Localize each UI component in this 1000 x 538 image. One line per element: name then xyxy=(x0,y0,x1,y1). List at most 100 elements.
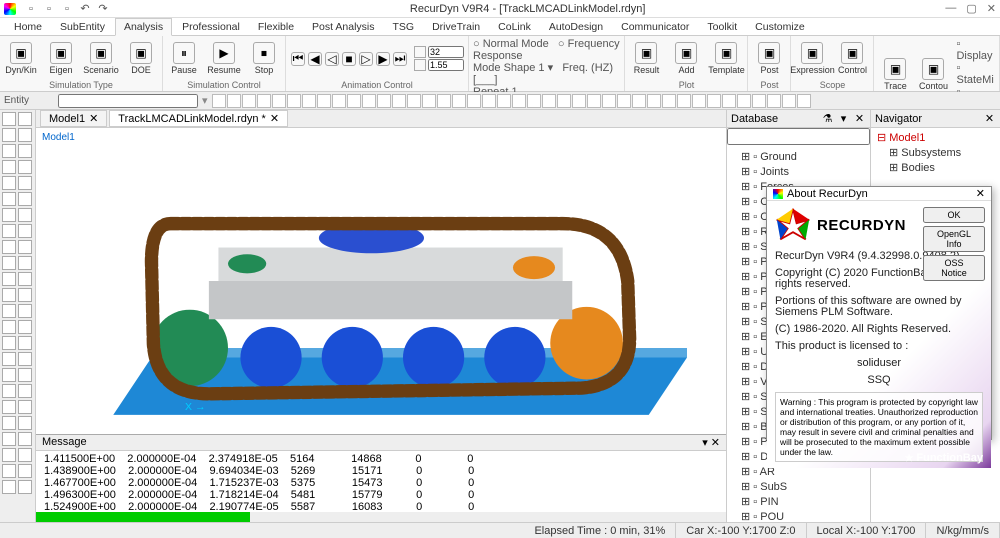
doc-tab[interactable]: Model1✕ xyxy=(40,110,107,127)
v-tool-28[interactable] xyxy=(2,336,16,350)
qat-undo-icon[interactable]: ↶ xyxy=(78,2,92,16)
mini-tool-23[interactable] xyxy=(557,94,571,108)
about-oss-button[interactable]: OSS Notice xyxy=(923,255,985,281)
mini-tool-30[interactable] xyxy=(662,94,676,108)
mini-tool-25[interactable] xyxy=(587,94,601,108)
ribbon-tab-post analysis[interactable]: Post Analysis xyxy=(304,19,382,35)
maximize-button[interactable]: ▢ xyxy=(966,2,976,15)
ribbon-tab-tsg[interactable]: TSG xyxy=(385,19,423,35)
ribbon-tab-subentity[interactable]: SubEntity xyxy=(52,19,113,35)
mini-tool-35[interactable] xyxy=(737,94,751,108)
v-tool-23[interactable] xyxy=(18,288,32,302)
nav-node-model1[interactable]: ⊟ Model1 xyxy=(873,130,998,145)
doc-tab[interactable]: TrackLMCADLinkModel.rdyn *✕ xyxy=(109,110,288,127)
mini-tool-7[interactable] xyxy=(317,94,331,108)
v-tool-42[interactable] xyxy=(2,448,16,462)
mini-tool-24[interactable] xyxy=(572,94,586,108)
v-tool-34[interactable] xyxy=(2,384,16,398)
mini-tool-21[interactable] xyxy=(527,94,541,108)
ribbon-tab-professional[interactable]: Professional xyxy=(174,19,248,35)
mini-tool-34[interactable] xyxy=(722,94,736,108)
mini-tool-17[interactable] xyxy=(467,94,481,108)
anim-first-icon[interactable]: ⏮ xyxy=(290,52,306,66)
ribbon-tab-colink[interactable]: CoLink xyxy=(490,19,539,35)
ribbon-tab-analysis[interactable]: Analysis xyxy=(115,18,172,36)
doe-button[interactable]: ▣DOE xyxy=(124,42,158,75)
v-tool-31[interactable] xyxy=(18,352,32,366)
v-tool-29[interactable] xyxy=(18,336,32,350)
about-close-icon[interactable]: ✕ xyxy=(976,187,985,200)
mini-tool-19[interactable] xyxy=(497,94,511,108)
v-tool-11[interactable] xyxy=(18,192,32,206)
tab-close-icon[interactable]: ✕ xyxy=(270,112,279,125)
trace-button[interactable]: ▣Trace xyxy=(878,58,912,91)
ribbon-tab-flexible[interactable]: Flexible xyxy=(250,19,302,35)
post-button[interactable]: ▣Post xyxy=(752,42,786,75)
model-viewport[interactable]: Model1 X → xyxy=(36,128,726,434)
ribbon-tab-home[interactable]: Home xyxy=(6,19,50,35)
stop-button[interactable]: ⏹Stop xyxy=(247,42,281,75)
mini-tool-14[interactable] xyxy=(422,94,436,108)
nav-node-bodies[interactable]: ⊞ Bodies xyxy=(873,160,998,175)
database-search-input[interactable] xyxy=(727,128,870,145)
v-tool-47[interactable] xyxy=(18,480,32,494)
v-tool-33[interactable] xyxy=(18,368,32,382)
ribbon-tab-autodesign[interactable]: AutoDesign xyxy=(541,19,611,35)
db-node-ground[interactable]: ⊞ ▫ Ground xyxy=(729,149,868,164)
mini-tool-29[interactable] xyxy=(647,94,661,108)
mini-tool-39[interactable] xyxy=(797,94,811,108)
db-node-joints[interactable]: ⊞ ▫ Joints xyxy=(729,164,868,179)
db-node-subs[interactable]: ⊞ ▫ SubS xyxy=(729,479,868,494)
mini-tool-31[interactable] xyxy=(677,94,691,108)
mini-tool-22[interactable] xyxy=(542,94,556,108)
speed-input[interactable] xyxy=(428,59,464,71)
v-tool-26[interactable] xyxy=(2,320,16,334)
add-button[interactable]: ▣Add xyxy=(669,42,703,75)
mini-tool-0[interactable] xyxy=(212,94,226,108)
qat-save-icon[interactable]: ▫ xyxy=(60,2,74,16)
mini-tool-12[interactable] xyxy=(392,94,406,108)
scenario-button[interactable]: ▣Scenario xyxy=(84,42,118,75)
pt-display[interactable]: ▫ Display xyxy=(956,38,995,62)
mini-tool-10[interactable] xyxy=(362,94,376,108)
ribbon-tab-customize[interactable]: Customize xyxy=(747,19,813,35)
v-tool-18[interactable] xyxy=(2,256,16,270)
v-tool-22[interactable] xyxy=(2,288,16,302)
v-tool-38[interactable] xyxy=(2,416,16,430)
eigen-button[interactable]: ▣Eigen xyxy=(44,42,78,75)
mini-tool-18[interactable] xyxy=(482,94,496,108)
v-tool-45[interactable] xyxy=(18,464,32,478)
mini-tool-5[interactable] xyxy=(287,94,301,108)
mini-tool-6[interactable] xyxy=(302,94,316,108)
v-tool-46[interactable] xyxy=(2,480,16,494)
v-tool-16[interactable] xyxy=(2,240,16,254)
db-sort-icon[interactable]: ▾ xyxy=(837,112,850,125)
mini-tool-1[interactable] xyxy=(227,94,241,108)
v-tool-21[interactable] xyxy=(18,272,32,286)
pt-statemi[interactable]: ▫ StateMi xyxy=(956,62,995,86)
anim-step-back-icon[interactable]: ◁ xyxy=(324,52,340,66)
mini-tool-33[interactable] xyxy=(707,94,721,108)
mini-tool-11[interactable] xyxy=(377,94,391,108)
entity-input[interactable] xyxy=(58,94,198,108)
pause-button[interactable]: ⏸Pause xyxy=(167,42,201,75)
entity-dropdown-icon[interactable]: ▾ xyxy=(202,94,208,107)
mini-tool-32[interactable] xyxy=(692,94,706,108)
nav-node-subsystems[interactable]: ⊞ Subsystems xyxy=(873,145,998,160)
resume-button[interactable]: ▶Resume xyxy=(207,42,241,75)
anim-last-icon[interactable]: ⏭ xyxy=(392,52,408,66)
db-close-icon[interactable]: ✕ xyxy=(853,112,866,125)
dyn/kin-button[interactable]: ▣Dyn/Kin xyxy=(4,42,38,75)
mini-tool-28[interactable] xyxy=(632,94,646,108)
mini-tool-2[interactable] xyxy=(242,94,256,108)
v-tool-14[interactable] xyxy=(2,224,16,238)
v-tool-0[interactable] xyxy=(2,112,16,126)
qat-new-icon[interactable]: ▫ xyxy=(24,2,38,16)
ribbon-tab-toolkit[interactable]: Toolkit xyxy=(699,19,745,35)
mini-tool-3[interactable] xyxy=(257,94,271,108)
minimize-button[interactable]: — xyxy=(945,2,956,15)
ribbon-tab-drivetrain[interactable]: DriveTrain xyxy=(424,19,488,35)
v-tool-17[interactable] xyxy=(18,240,32,254)
v-tool-3[interactable] xyxy=(18,128,32,142)
db-node-pin[interactable]: ⊞ ▫ PIN xyxy=(729,494,868,509)
